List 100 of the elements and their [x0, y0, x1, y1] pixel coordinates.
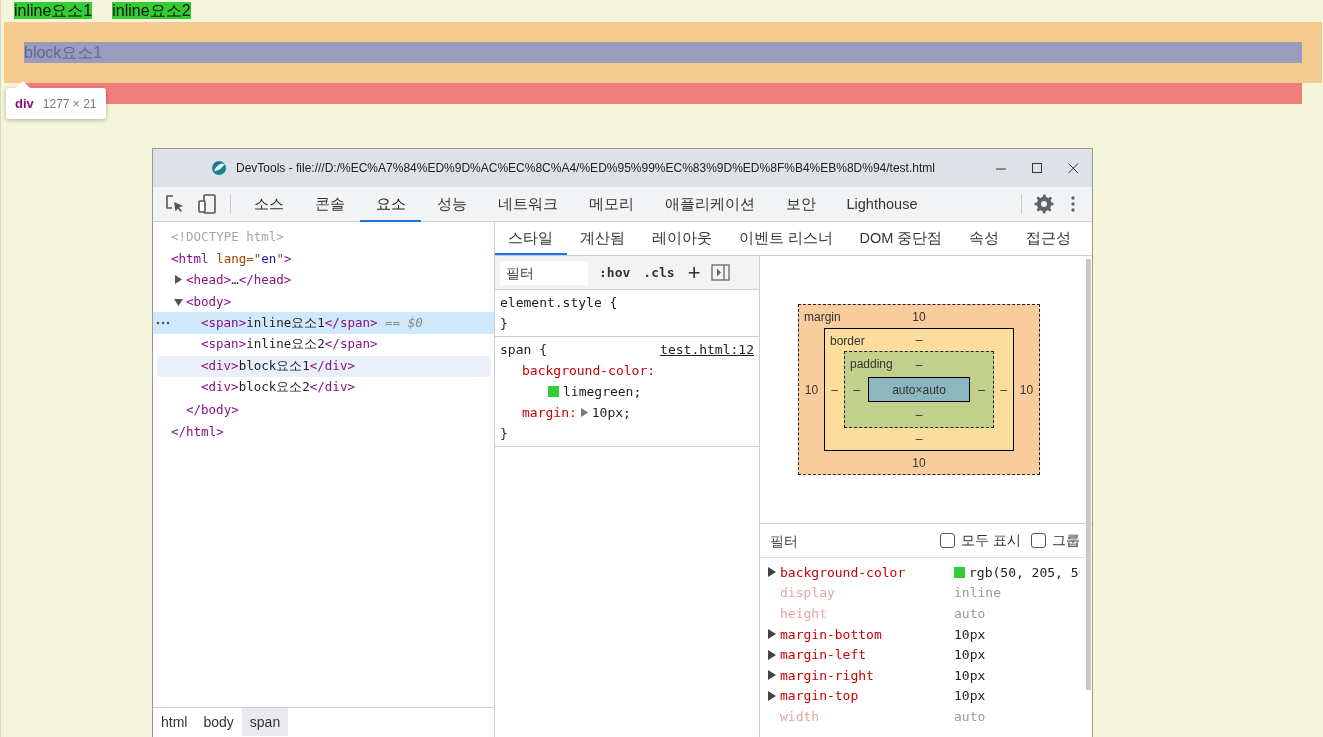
sidebar-toggle-icon[interactable] — [711, 264, 731, 281]
box-value: 10 — [804, 382, 819, 397]
box-label: margin — [804, 310, 841, 324]
computed-property-name: width — [780, 708, 821, 724]
scrollbar[interactable] — [1086, 259, 1091, 690]
sidebar-tab[interactable]: 이벤트 리스너 — [725, 222, 847, 255]
box-value: – — [831, 382, 838, 397]
sidebar-tab[interactable]: 접근성 — [1012, 222, 1085, 255]
panel-tab[interactable]: 콘솔 — [299, 186, 360, 222]
breadcrumb[interactable]: html — [153, 708, 196, 736]
expand-triangle-icon[interactable] — [768, 629, 776, 640]
device-icon[interactable] — [197, 194, 217, 214]
dom-node[interactable]: </body> — [153, 398, 494, 421]
inspect-icon[interactable] — [166, 195, 184, 213]
computed-property-name: margin-top — [780, 688, 860, 704]
computed-property-name: margin-right — [780, 667, 875, 683]
content-box: auto×auto — [868, 377, 970, 402]
panel-tab[interactable]: 소스 — [238, 186, 299, 222]
window-title: DevTools - file:///D:/%EC%A7%84%ED%9D%AC%EC%8C%A4/%ED%95%99%EC%83%9D%ED%8F%B4%EB%8D%94/test.html — [236, 161, 935, 175]
computed-property-value: auto — [954, 606, 986, 621]
breadcrumb[interactable]: body — [195, 708, 242, 736]
checkbox-label[interactable]: 모두 표시 — [961, 531, 1021, 550]
box-value: – — [915, 357, 923, 372]
panel-tab[interactable]: 메모리 — [573, 186, 649, 222]
checkbox-label[interactable]: 그룹 — [1051, 531, 1080, 550]
close-icon[interactable] — [1068, 162, 1079, 174]
sidebar-tab[interactable]: 속성 — [955, 222, 1013, 255]
box-value: 10 — [912, 309, 926, 324]
computed-property-name: display — [780, 585, 836, 601]
box-value: – — [915, 333, 923, 347]
computed-property-value: auto — [954, 708, 986, 724]
dom-node[interactable]: <html lang="en"> — [153, 247, 494, 270]
panel-tab[interactable]: 보안 — [770, 186, 831, 222]
panel-tab[interactable]: Lighthouse — [831, 186, 933, 222]
dom-node[interactable]: <span>inline요소1</span> == $0 — [153, 312, 494, 334]
expand-triangle-icon[interactable] — [580, 408, 588, 417]
dom-node[interactable]: <head>…</head> — [153, 269, 494, 291]
property-value: 10px; — [591, 404, 631, 422]
more-icon[interactable] — [1071, 196, 1075, 212]
computed-property-name: height — [780, 606, 828, 621]
expand-triangle-icon[interactable] — [768, 649, 776, 660]
checkbox[interactable] — [940, 533, 955, 548]
expand-triangle-icon[interactable] — [768, 567, 776, 578]
maximize-icon[interactable] — [1032, 162, 1043, 174]
sidebar-tab[interactable]: 계산됨 — [566, 222, 639, 255]
box-value: 10 — [912, 455, 926, 470]
inline-element: inline요소2 — [112, 2, 191, 19]
filter-field[interactable]: 필터 — [500, 260, 588, 285]
sidebar-tab[interactable]: 레이아웃 — [638, 222, 726, 255]
computed-property-value: 10px — [954, 647, 986, 663]
sidebar-tab[interactable]: DOM 중단점 — [846, 222, 956, 255]
panel-tab[interactable]: 애플리케이션 — [649, 186, 770, 222]
computed-property-value: inline — [954, 585, 1001, 601]
dom-node[interactable]: <body> — [153, 290, 494, 313]
block-element: block요소1 — [24, 42, 1302, 63]
class-button[interactable]: .cls — [641, 265, 677, 280]
color-swatch[interactable] — [548, 386, 559, 397]
checkbox[interactable] — [1030, 533, 1046, 548]
panel-tab[interactable]: 요소 — [360, 186, 421, 222]
panel-tab[interactable]: 성능 — [421, 186, 482, 222]
toggle-triangle-icon[interactable] — [174, 297, 183, 307]
rule-selector: span { — [500, 341, 547, 359]
box-value: – — [1000, 382, 1007, 397]
inline-element: inline요소1 — [14, 2, 93, 19]
box-value: – — [853, 382, 860, 397]
computed-property-name: margin-bottom — [780, 626, 883, 642]
rule-brace: } — [500, 315, 509, 333]
tooltip-size: 1277 × 21 — [42, 97, 97, 111]
dom-node[interactable]: <span>inline요소2</span> — [153, 333, 494, 356]
box-label: padding — [850, 357, 893, 371]
breadcrumb[interactable]: span — [241, 708, 289, 736]
box-value: 10 — [1019, 382, 1034, 397]
expand-triangle-icon[interactable] — [768, 670, 776, 681]
computed-property-name: background-color — [780, 564, 907, 580]
dom-node[interactable]: </html> — [153, 420, 494, 442]
hover-state-button[interactable]: :hov — [597, 265, 633, 280]
settings-icon[interactable] — [1034, 194, 1054, 214]
computed-property-value: 10px — [954, 626, 986, 642]
box-value: – — [978, 382, 985, 397]
dom-node[interactable]: <div>block요소1</div> — [157, 355, 491, 378]
tooltip-tag: div — [15, 96, 34, 111]
new-rule-button[interactable]: + — [685, 262, 703, 283]
computed-property-value: 10px — [954, 688, 986, 704]
box-label: border — [830, 334, 865, 348]
expand-triangle-icon[interactable] — [768, 690, 776, 701]
property-name: margin: — [522, 404, 577, 422]
panel-tab[interactable]: 네트워크 — [482, 186, 573, 222]
rule-brace: } — [500, 425, 509, 443]
source-link[interactable]: test.html:12 — [660, 339, 754, 360]
dom-node[interactable]: <div>block요소2</div> — [153, 377, 494, 399]
box-value: – — [915, 432, 923, 446]
app-icon — [211, 160, 227, 176]
computed-property-name: margin-left — [780, 647, 868, 663]
toggle-triangle-icon[interactable] — [174, 275, 183, 285]
computed-property-value: 10px — [954, 667, 986, 683]
computed-property-value: rgb(50, 205, 5 — [969, 564, 1079, 580]
box-value: – — [915, 407, 923, 422]
more-icon[interactable] — [156, 321, 170, 326]
property-name: background-color: — [522, 362, 656, 380]
rule-selector: element.style { — [500, 294, 618, 312]
